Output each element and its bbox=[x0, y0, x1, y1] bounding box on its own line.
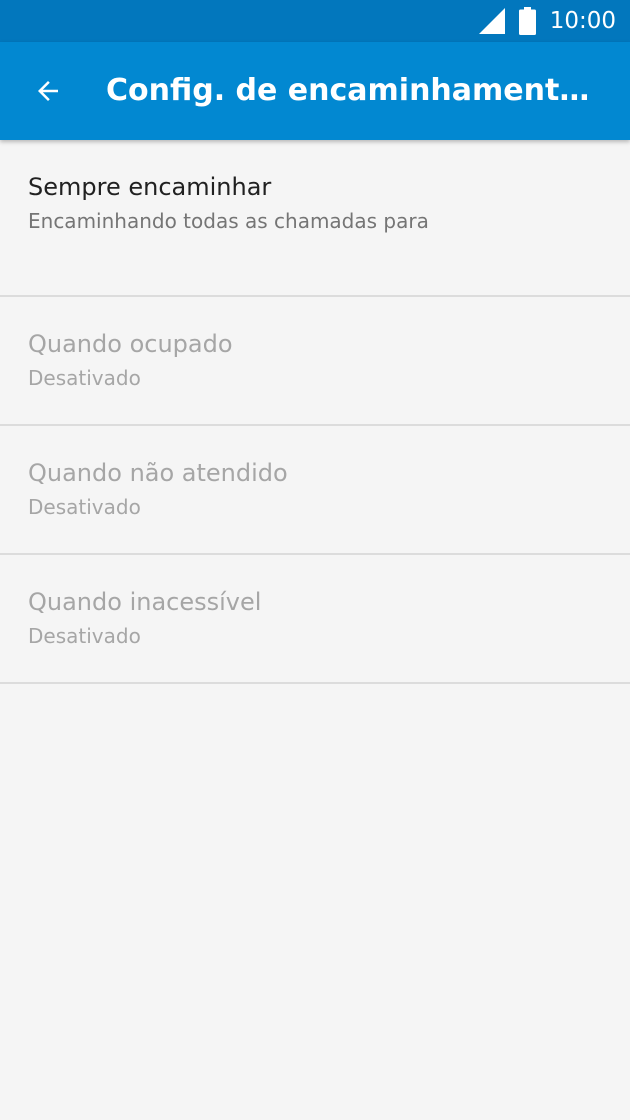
setting-title: Quando não atendido bbox=[28, 459, 288, 487]
setting-title: Quando inacessível bbox=[28, 588, 262, 616]
setting-summary: Encaminhando todas as chamadas para bbox=[28, 209, 429, 233]
settings-list: Sempre encaminhar Encaminhando todas as … bbox=[0, 140, 630, 684]
app-bar: Config. de encaminhamento… bbox=[0, 42, 630, 140]
back-button[interactable] bbox=[16, 59, 80, 123]
setting-title: Sempre encaminhar bbox=[28, 173, 272, 201]
status-bar: 10:00 bbox=[0, 0, 630, 42]
page-title: Config. de encaminhamento… bbox=[106, 73, 606, 108]
setting-when-unanswered: Quando não atendido Desativado bbox=[0, 426, 630, 555]
signal-icon bbox=[478, 8, 505, 34]
battery-icon bbox=[518, 7, 536, 35]
setting-when-unreachable: Quando inacessível Desativado bbox=[0, 555, 630, 684]
setting-title: Quando ocupado bbox=[28, 330, 233, 358]
setting-always-forward[interactable]: Sempre encaminhar Encaminhando todas as … bbox=[0, 140, 630, 297]
status-time: 10:00 bbox=[549, 8, 616, 34]
status-icons: 10:00 bbox=[478, 0, 616, 42]
setting-summary: Desativado bbox=[28, 366, 141, 390]
setting-summary: Desativado bbox=[28, 495, 141, 519]
arrow-back-icon bbox=[38, 81, 58, 101]
setting-when-busy: Quando ocupado Desativado bbox=[0, 297, 630, 426]
setting-summary: Desativado bbox=[28, 624, 141, 648]
